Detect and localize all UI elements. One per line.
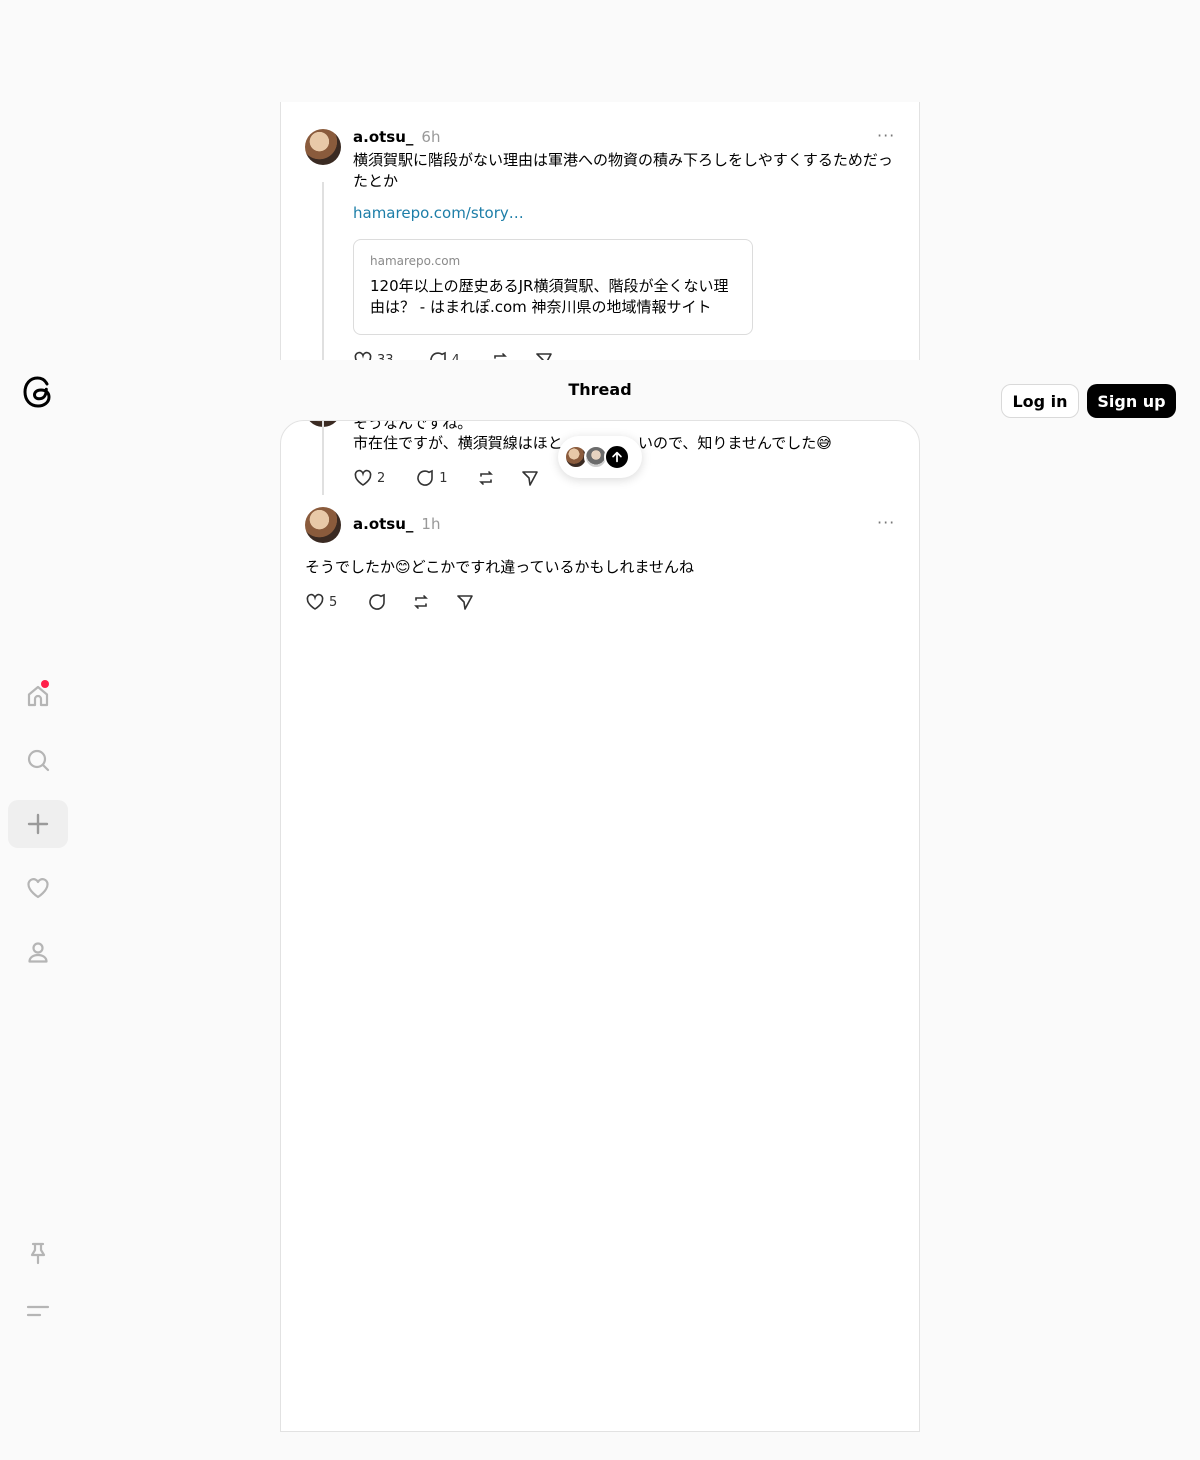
nav-home-button[interactable] xyxy=(8,672,68,720)
repost-button[interactable] xyxy=(411,592,431,612)
send-icon xyxy=(457,595,474,610)
nav-search-button[interactable] xyxy=(8,736,68,784)
comment-icon xyxy=(429,351,446,360)
post-actions: 33 4 xyxy=(353,350,554,360)
post-time[interactable]: 6h xyxy=(421,128,440,146)
post-text: 横須賀駅に階段がない理由は軍港への物資の積み下ろしをしやすくするためだったとか xyxy=(353,151,893,190)
post-actions: 5 xyxy=(305,592,475,612)
link-domain: hamarepo.com xyxy=(370,254,461,268)
share-button[interactable] xyxy=(534,350,554,360)
pin-icon xyxy=(30,1242,46,1265)
login-button[interactable]: Log in xyxy=(1001,384,1079,418)
arrow-up-icon[interactable] xyxy=(604,444,630,470)
heart-icon xyxy=(27,878,49,899)
username[interactable]: a.otsu_ xyxy=(353,128,413,146)
post-text: そうでしたか😊どこかですれ違っているかもしれませんね xyxy=(305,558,694,576)
reply-text-line2-end: いので、知りませんでした😅 xyxy=(638,434,832,452)
share-button[interactable] xyxy=(455,592,475,612)
threads-logo-icon[interactable] xyxy=(20,373,56,411)
heart-icon xyxy=(354,469,372,486)
more-options-button[interactable]: ··· xyxy=(877,513,895,532)
more-options-button[interactable]: ··· xyxy=(877,126,895,145)
comment-icon xyxy=(417,469,434,486)
like-count: 5 xyxy=(329,594,338,610)
plus-icon xyxy=(27,813,49,835)
search-icon xyxy=(27,749,50,772)
comment-icon xyxy=(369,593,386,610)
repost-icon xyxy=(478,471,493,485)
avatar[interactable] xyxy=(305,129,341,165)
nav-create-button[interactable] xyxy=(8,800,68,848)
signup-button[interactable]: Sign up xyxy=(1087,384,1176,418)
scroll-to-top-pill[interactable] xyxy=(558,436,642,478)
first-post-card: a.otsu_ 6h ··· 横須賀駅に階段がない理由は軍港への物資の積み下ろし… xyxy=(280,102,920,360)
nav-menu-button[interactable] xyxy=(8,1287,68,1335)
person-icon xyxy=(28,942,48,963)
reply-button[interactable]: 1 xyxy=(415,468,448,488)
like-button[interactable]: 33 xyxy=(353,350,394,360)
repost-icon xyxy=(414,595,429,609)
thread-line xyxy=(322,182,324,360)
username[interactable]: a.otsu_ xyxy=(353,515,413,533)
page-title: Thread xyxy=(568,380,632,399)
notification-dot xyxy=(41,680,49,688)
share-button[interactable] xyxy=(520,468,540,488)
thread-line xyxy=(322,421,324,495)
heart-icon xyxy=(306,593,324,610)
post-time[interactable]: 1h xyxy=(421,515,440,533)
link-title: 120年以上の歴史あるJR横須賀駅、階段が全くない理由は？ - はまれぽ.com… xyxy=(370,277,729,316)
reply-button[interactable]: 4 xyxy=(428,350,460,360)
link-preview-card[interactable]: hamarepo.com 120年以上の歴史あるJR横須賀駅、階段が全くない理由… xyxy=(353,239,753,335)
reply-text-line1: そうなんですね。 xyxy=(353,420,473,432)
nav-pin-button[interactable] xyxy=(8,1229,68,1277)
reply-count: 4 xyxy=(451,352,460,361)
repost-button[interactable] xyxy=(476,468,496,488)
like-button[interactable]: 2 xyxy=(353,468,385,488)
heart-icon xyxy=(354,351,372,360)
nav-profile-button[interactable] xyxy=(8,928,68,976)
repost-icon xyxy=(494,353,507,359)
reply-button[interactable] xyxy=(367,592,387,612)
menu-icon xyxy=(26,1305,50,1317)
thread-card: そうなんですね。 市在住ですが、横須賀線はほと いので、知りませんでした😅 2 … xyxy=(280,420,920,1432)
nav-activity-button[interactable] xyxy=(8,864,68,912)
like-count: 2 xyxy=(377,470,386,486)
reply-actions: 2 1 xyxy=(353,468,540,488)
send-icon xyxy=(521,471,538,486)
send-icon xyxy=(536,353,552,360)
post-link[interactable]: hamarepo.com/story… xyxy=(353,204,524,222)
avatar[interactable] xyxy=(305,507,341,543)
repost-button[interactable] xyxy=(490,350,510,360)
reply-text-line2: 市在住ですが、横須賀線はほと xyxy=(353,434,563,452)
like-button[interactable]: 5 xyxy=(305,592,337,612)
like-count: 33 xyxy=(377,352,394,361)
reply-count: 1 xyxy=(439,470,448,486)
